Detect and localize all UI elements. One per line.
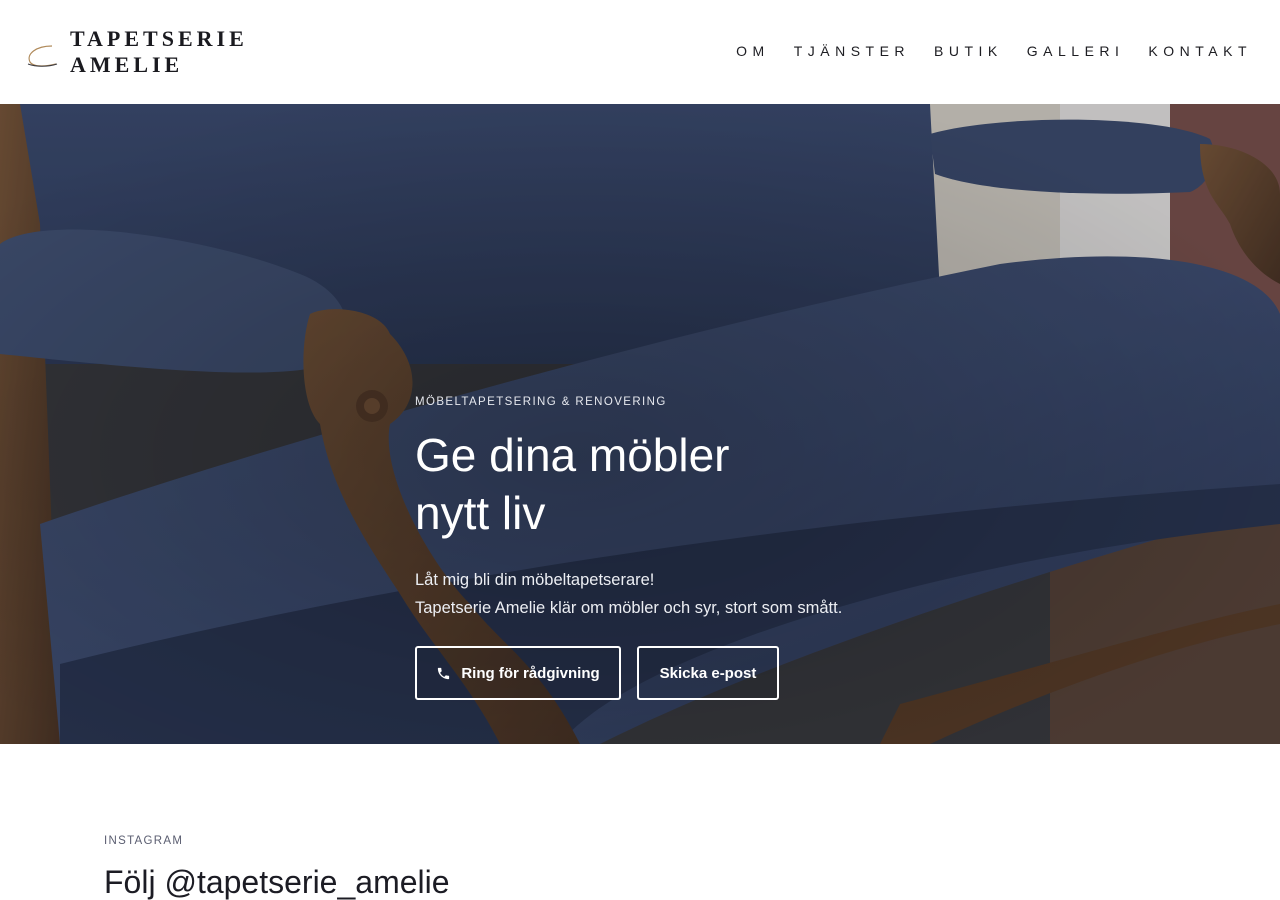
logo-text: TAPETSERIE AMELIE	[70, 26, 248, 78]
nav-link-tjanster[interactable]: TJÄNSTER	[794, 41, 910, 61]
nav-link-kontakt[interactable]: KONTAKT	[1148, 41, 1252, 61]
email-button[interactable]: Skicka e-post	[637, 646, 779, 700]
instagram-title[interactable]: Följ @tapetserie_amelie	[104, 864, 450, 900]
hero-title-line-1: Ge dina möbler	[415, 429, 730, 481]
phone-icon	[438, 667, 450, 679]
hero-buttons: Ring för rådgivning Skicka e-post	[415, 646, 1015, 700]
hero-description: Låt mig bli din möbeltapetserare! Tapets…	[415, 566, 1015, 622]
instagram-section: INSTAGRAM Följ @tapetserie_amelie	[104, 834, 450, 900]
hero-content: MÖBELTAPETSERING & RENOVERING Ge dina mö…	[415, 394, 1015, 700]
hero-title: Ge dina möbler nytt liv	[415, 426, 1015, 542]
swoosh-icon	[27, 45, 58, 67]
logo[interactable]: TAPETSERIE AMELIE	[24, 26, 248, 78]
hero-section: MÖBELTAPETSERING & RENOVERING Ge dina mö…	[0, 104, 1280, 744]
nav-link-butik[interactable]: BUTIK	[934, 41, 1003, 61]
nav-link-galleri[interactable]: GALLERI	[1027, 41, 1125, 61]
call-button[interactable]: Ring för rådgivning	[415, 646, 621, 700]
logo-line-1: TAPETSERIE	[70, 26, 248, 51]
hero-eyebrow: MÖBELTAPETSERING & RENOVERING	[415, 396, 667, 408]
main-nav: OM TJÄNSTER BUTIK GALLERI KONTAKT	[712, 41, 1252, 61]
hero-text-line-1: Låt mig bli din möbeltapetserare!	[415, 571, 655, 589]
email-button-label: Skicka e-post	[659, 664, 757, 682]
instagram-eyebrow: INSTAGRAM	[104, 835, 184, 847]
nav-link-om[interactable]: OM	[736, 41, 770, 61]
hero-text-line-2: Tapetserie Amelie klär om möbler och syr…	[415, 599, 843, 617]
call-button-label: Ring för rådgivning	[461, 664, 600, 682]
hero-title-line-2: nytt liv	[415, 487, 546, 539]
logo-line-2: AMELIE	[70, 52, 184, 77]
site-header: TAPETSERIE AMELIE OM TJÄNSTER BUTIK GALL…	[0, 0, 1280, 104]
